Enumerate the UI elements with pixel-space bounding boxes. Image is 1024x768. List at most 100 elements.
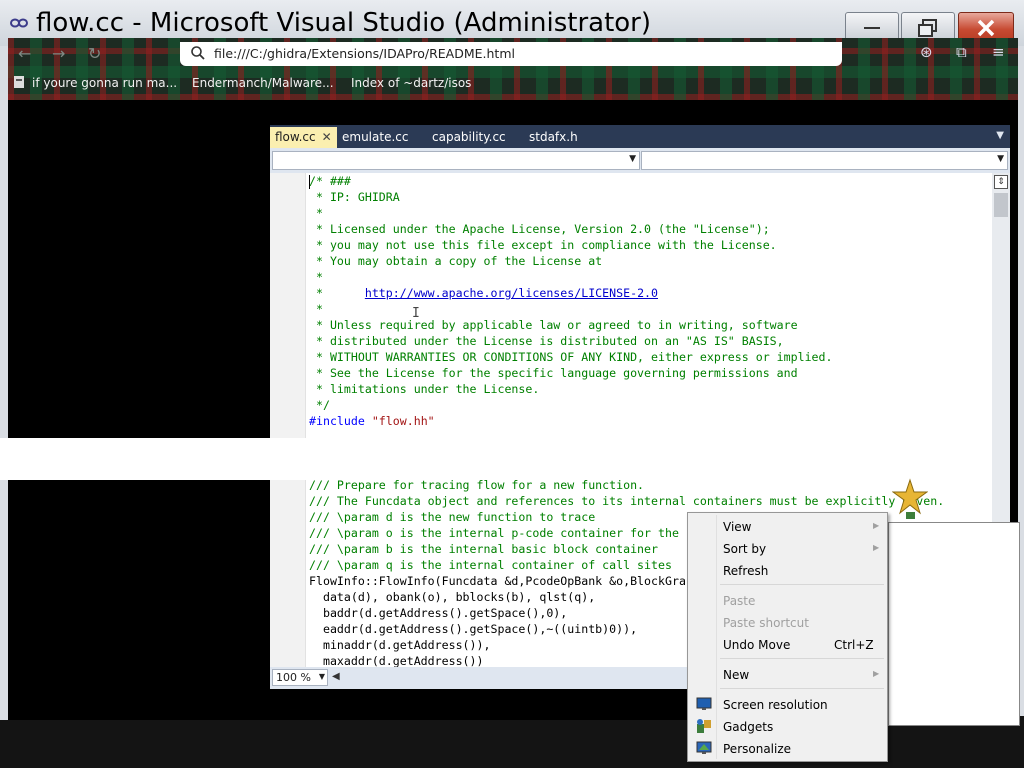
- desktop-blank-area: [888, 522, 1020, 726]
- zoom-dropdown[interactable]: 100 % ▼: [272, 669, 328, 686]
- comment-text: *: [309, 286, 365, 300]
- navigation-bar: ▼ ▼: [270, 148, 1010, 173]
- code-text: eaddr(d.getAddress().getSpace(),~((uintb…: [309, 622, 638, 636]
- url-text: file:///C:/ghidra/Extensions/IDAPro/READ…: [214, 46, 515, 61]
- menu-item-undo-move[interactable]: Undo Move Ctrl+Z: [690, 634, 885, 656]
- comment-text: /// Prepare for tracing flow for a new f…: [309, 478, 645, 492]
- tab-stdafx-h[interactable]: stdafx.h: [524, 127, 583, 148]
- menu-item-label: Paste shortcut: [723, 616, 809, 630]
- menu-item-new[interactable]: New ▶: [690, 664, 885, 686]
- code-line: */: [309, 397, 992, 413]
- menu-item-view[interactable]: View ▶: [690, 516, 885, 538]
- forward-arrow-icon[interactable]: →: [52, 44, 65, 63]
- bookmark-item-1[interactable]: if youre gonna run ma...: [32, 76, 177, 90]
- comment-text: /// \param d is the new function to trac…: [309, 510, 596, 524]
- comment-text: */: [309, 398, 330, 412]
- menu-item-gadgets[interactable]: Gadgets: [690, 716, 885, 738]
- extensions-icon[interactable]: ⧉: [956, 43, 967, 61]
- zoom-level: 100 %: [276, 671, 311, 684]
- tab-emulate-cc[interactable]: emulate.cc: [337, 127, 413, 148]
- menu-separator: [720, 658, 884, 659]
- code-text: data(d), obank(o), bblocks(b), qlst(q),: [309, 590, 596, 604]
- back-arrow-icon[interactable]: ←: [18, 44, 31, 63]
- menu-item-sort-by[interactable]: Sort by ▶: [690, 538, 885, 560]
- comment-text: * See the License for the specific langu…: [309, 366, 798, 380]
- menu-item-label: Screen resolution: [723, 698, 828, 712]
- menu-item-label: New: [723, 668, 750, 682]
- menu-item-paste-shortcut: Paste shortcut: [690, 612, 885, 634]
- code-text: maxaddr(d.getAddress()): [309, 654, 484, 667]
- license-link[interactable]: http://www.apache.org/licenses/LICENSE-2…: [365, 286, 658, 300]
- code-line: * See the License for the specific langu…: [309, 365, 992, 381]
- menu-icon[interactable]: ≡: [992, 43, 1005, 61]
- chevron-down-icon: ▼: [997, 154, 1004, 164]
- menu-item-refresh[interactable]: Refresh: [690, 560, 885, 582]
- menu-item-screen-resolution[interactable]: Screen resolution: [690, 694, 885, 716]
- code-line: * Licensed under the Apache License, Ver…: [309, 221, 992, 237]
- submenu-arrow-icon: ▶: [873, 543, 880, 552]
- window-title: flow.cc - Microsoft Visual Studio (Admin…: [36, 8, 651, 38]
- tab-label: stdafx.h: [529, 130, 578, 144]
- ibeam-cursor-icon: I: [412, 306, 420, 321]
- render-artifact-left: [0, 438, 288, 480]
- string-literal: "flow.hh": [371, 414, 435, 428]
- bookmark-item-3[interactable]: Index of ~dartz/isos: [351, 76, 471, 90]
- gadgets-icon: [696, 718, 712, 734]
- comment-text: * you may not use this file except in co…: [309, 238, 777, 252]
- search-icon: [191, 46, 205, 60]
- code-line: /// The Funcdata object and references t…: [309, 493, 992, 509]
- tab-label: emulate.cc: [342, 130, 409, 144]
- chevron-down-icon: ▼: [629, 154, 636, 164]
- comment-text: /// The Funcdata object and references t…: [309, 494, 945, 508]
- menu-item-label: Refresh: [723, 564, 769, 578]
- address-bar[interactable]: file:///C:/ghidra/Extensions/IDAPro/READ…: [180, 42, 842, 66]
- restore-icon: [918, 19, 937, 37]
- menu-item-paste: Paste: [690, 590, 885, 612]
- code-line: * WITHOUT WARRANTIES OR CONDITIONS OF AN…: [309, 349, 992, 365]
- reload-icon[interactable]: ↻: [88, 44, 101, 63]
- submenu-arrow-icon: ▶: [873, 521, 880, 530]
- scope-dropdown[interactable]: ▼: [272, 151, 640, 170]
- code-text: baddr(d.getAddress().getSpace(),0),: [309, 606, 568, 620]
- menu-item-label: Personalize: [723, 742, 792, 756]
- comment-text: * Licensed under the Apache License, Ver…: [309, 222, 770, 236]
- visual-studio-icon: [10, 18, 28, 28]
- render-artifact-middle: [288, 438, 708, 480]
- tab-close-icon[interactable]: ✕: [322, 130, 332, 144]
- document-tab-strip: flow.cc ✕ emulate.cc capability.cc stdafx…: [270, 125, 1010, 148]
- bookmark-item-2[interactable]: Endermanch/Malware...: [192, 76, 334, 90]
- comment-text: * Unless required by applicable law or a…: [309, 318, 798, 332]
- code-line: *: [309, 269, 992, 285]
- tab-flow-cc[interactable]: flow.cc ✕: [270, 127, 337, 148]
- comment-text: * You may obtain a copy of the License a…: [309, 254, 603, 268]
- preprocessor-keyword: #include: [309, 414, 372, 428]
- bookmark-favicon-icon: [14, 76, 24, 88]
- comment-text: *: [309, 206, 323, 220]
- member-dropdown[interactable]: ▼: [641, 151, 1008, 170]
- code-line: *: [309, 205, 992, 221]
- code-line: #include "flow.hh": [309, 413, 992, 429]
- menu-item-personalize[interactable]: Personalize: [690, 738, 885, 760]
- menu-item-label: Paste: [723, 594, 756, 608]
- minimize-icon: [864, 27, 880, 29]
- comment-text: *: [309, 302, 323, 316]
- code-line: /* ###: [309, 173, 992, 189]
- scroll-left-icon[interactable]: ◀: [332, 671, 340, 682]
- tab-capability-cc[interactable]: capability.cc: [427, 127, 511, 148]
- pocket-icon[interactable]: ⊛: [920, 43, 933, 61]
- comment-text: * distributed under the License is distr…: [309, 334, 784, 348]
- tab-overflow-chevron-icon[interactable]: ▼: [996, 130, 1004, 141]
- code-text: FlowInfo::FlowInfo(Funcdata &d,PcodeOpBa…: [309, 574, 686, 588]
- splitter-icon[interactable]: ⇕: [994, 175, 1008, 189]
- scrollbar-thumb[interactable]: [994, 193, 1008, 217]
- comment-text: /// \param q is the internal container o…: [309, 558, 672, 572]
- comment-text: /// \param o is the internal p-code cont…: [309, 526, 679, 540]
- indicator-margin: [270, 173, 306, 667]
- code-line: * http://www.apache.org/licenses/LICENSE…: [309, 285, 992, 301]
- menu-item-label: Undo Move: [723, 638, 791, 652]
- code-text: minaddr(d.getAddress()),: [309, 638, 491, 652]
- menu-item-label: View: [723, 520, 752, 534]
- comment-text: * IP: GHIDRA: [309, 190, 400, 204]
- menu-separator: [720, 688, 884, 689]
- comment-text: * limitations under the License.: [309, 382, 540, 396]
